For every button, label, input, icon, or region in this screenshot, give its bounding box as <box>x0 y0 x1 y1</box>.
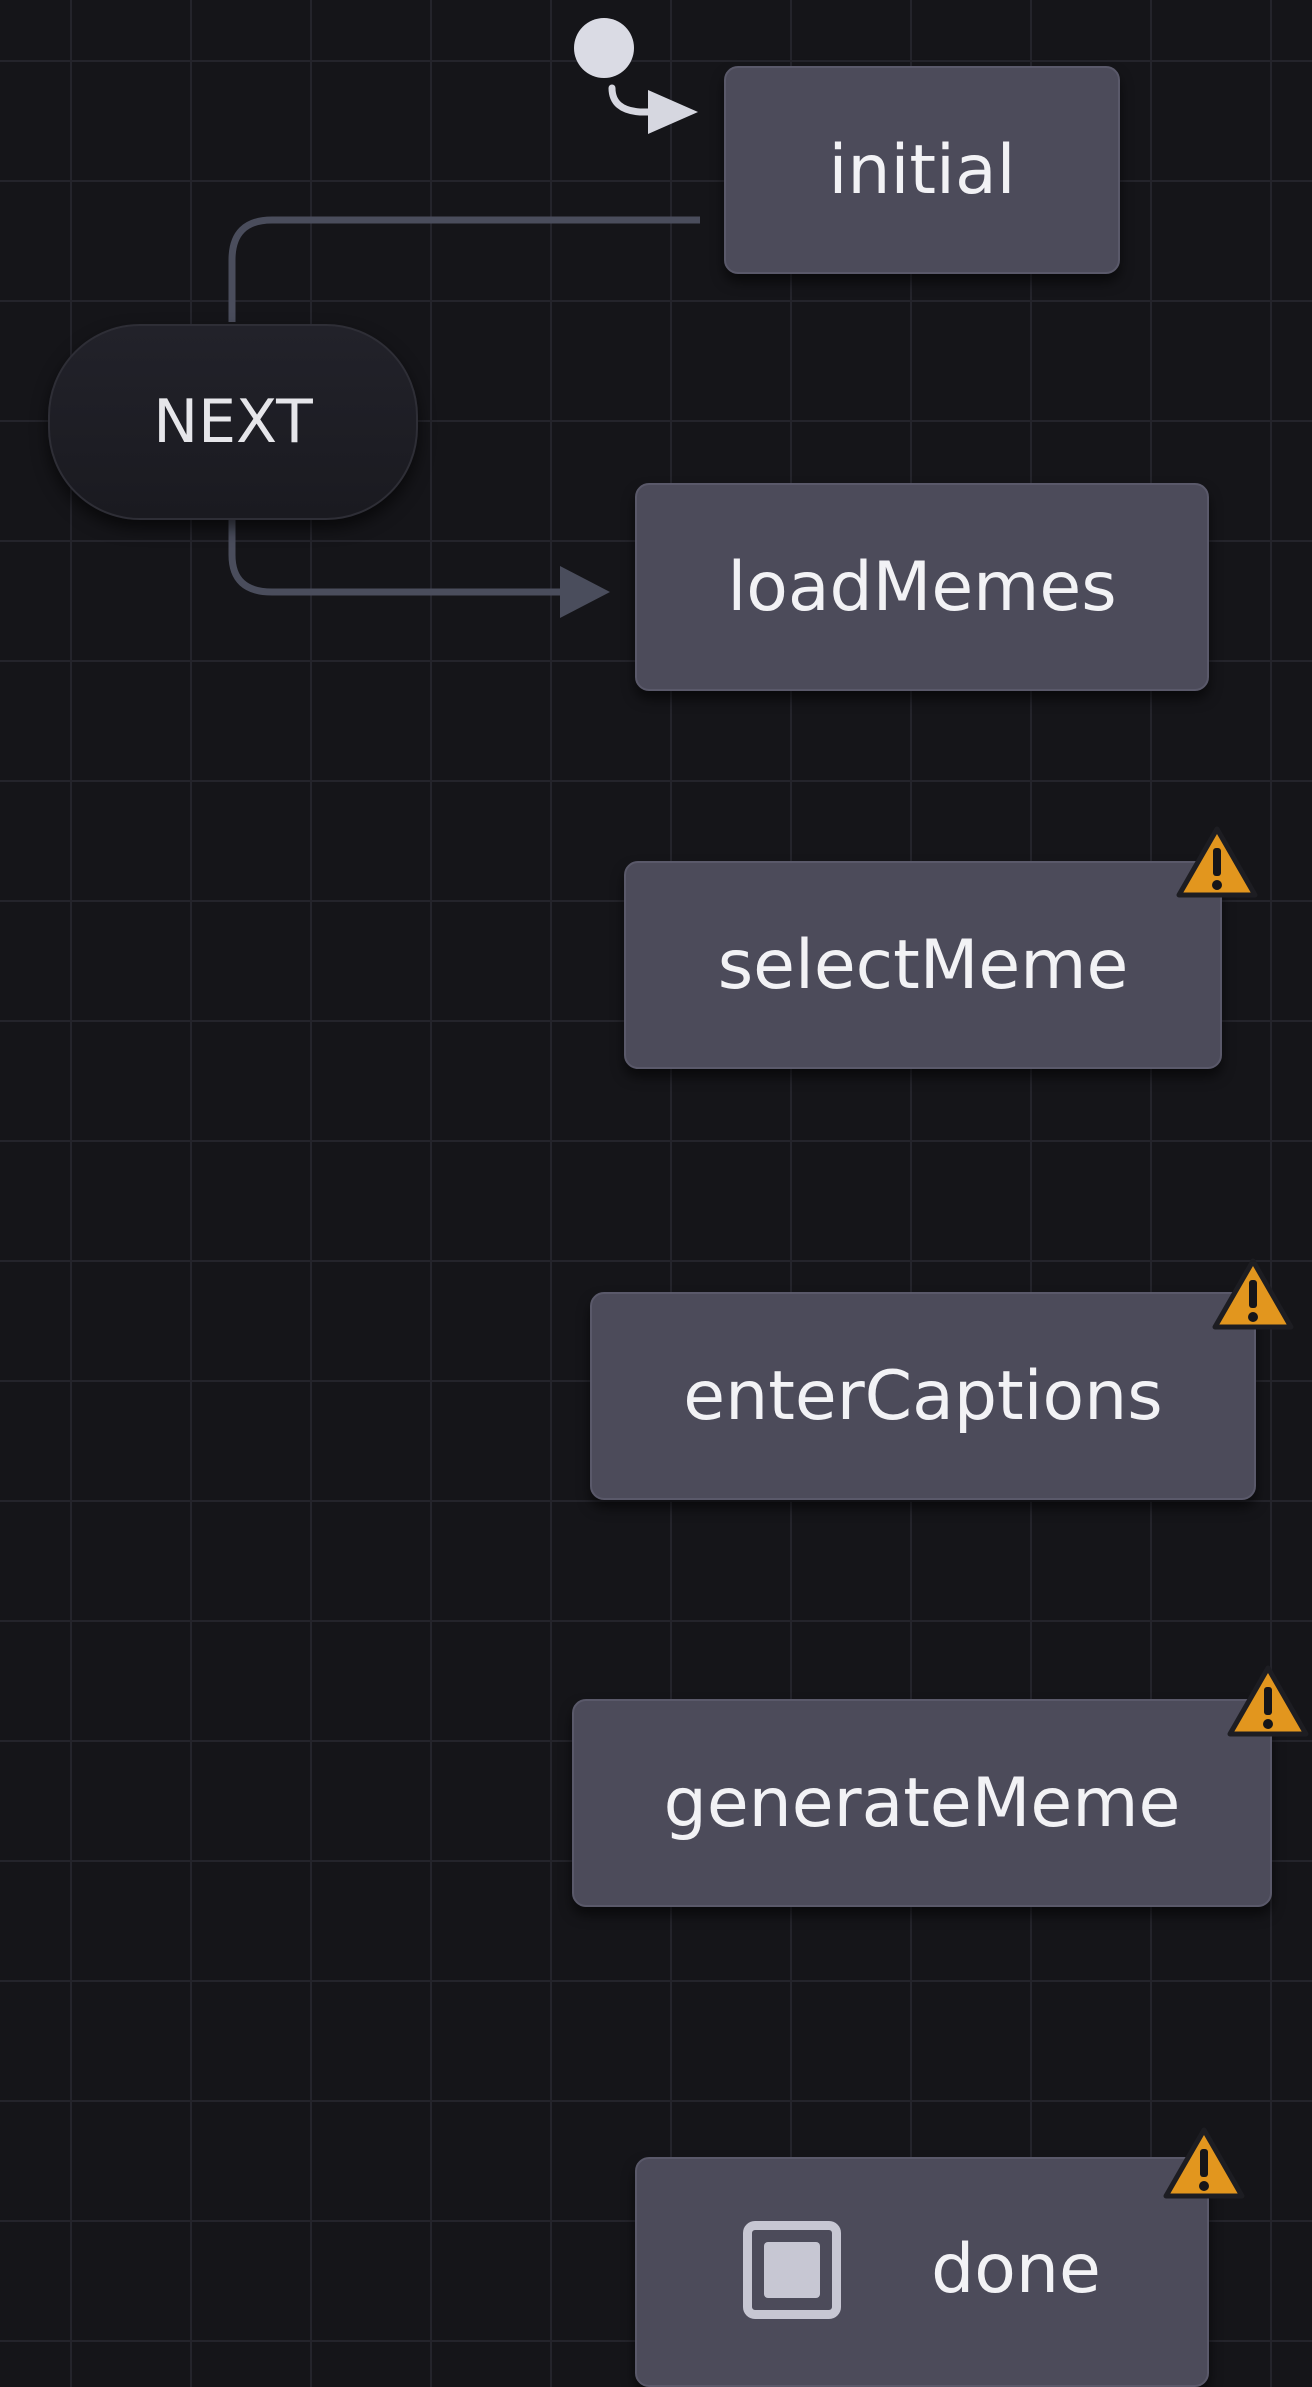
event-next[interactable]: NEXT <box>48 324 418 520</box>
state-done[interactable]: done <box>635 2157 1209 2387</box>
final-state-icon <box>743 2221 842 2319</box>
state-label: initial <box>828 130 1016 210</box>
state-generateMeme[interactable]: generateMeme <box>572 1699 1272 1907</box>
transition-initial-edge <box>608 84 698 134</box>
state-initial[interactable]: initial <box>724 66 1120 274</box>
warning-triangle-icon <box>1212 1258 1294 1330</box>
state-label: selectMeme <box>717 925 1129 1005</box>
state-label: done <box>931 2230 1101 2309</box>
state-label: enterCaptions <box>683 1356 1163 1436</box>
state-label: generateMeme <box>663 1763 1181 1843</box>
statechart-canvas[interactable]: initial NEXT loadMemes selectMeme enterC… <box>0 0 1312 2387</box>
warning-triangle-icon <box>1176 826 1258 898</box>
warning-triangle-icon <box>1227 1665 1309 1737</box>
warning-triangle-icon <box>1163 2127 1245 2199</box>
state-enterCaptions[interactable]: enterCaptions <box>590 1292 1256 1500</box>
state-loadMemes[interactable]: loadMemes <box>635 483 1209 691</box>
state-label: loadMemes <box>727 547 1117 627</box>
initial-state-marker <box>574 18 634 78</box>
state-selectMeme[interactable]: selectMeme <box>624 861 1222 1069</box>
event-label: NEXT <box>153 387 313 457</box>
